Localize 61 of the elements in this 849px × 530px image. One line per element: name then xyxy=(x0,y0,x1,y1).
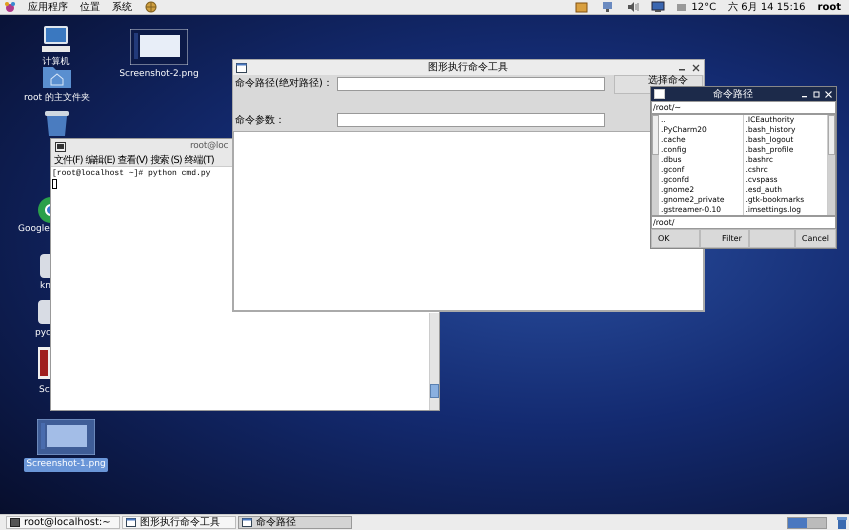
menu-item[interactable]: 终端(T) xyxy=(184,152,214,168)
window-title: root@loc xyxy=(190,140,228,153)
scrollbar[interactable] xyxy=(429,313,439,410)
app-icon[interactable] xyxy=(39,253,51,279)
icon-label[interactable]: pyc xyxy=(33,327,53,340)
close-icon[interactable] xyxy=(691,62,701,72)
taskbar-button[interactable]: 命令路径 xyxy=(238,516,352,529)
menu-item[interactable]: 应用程序 xyxy=(28,0,68,14)
icon-label[interactable]: Google xyxy=(16,223,52,236)
input-field[interactable] xyxy=(337,113,605,127)
icon-label[interactable]: root 的主文件夹 xyxy=(22,92,92,106)
menu-item[interactable]: 系统 xyxy=(112,0,132,14)
weather-text[interactable]: 12°C xyxy=(691,0,716,14)
taskbar-button[interactable]: 图形执行命令工具 xyxy=(122,516,236,529)
icon-label[interactable]: Screenshot-2.png xyxy=(117,68,201,82)
window-title: 图形执行命令工具 xyxy=(428,60,508,75)
window-icon xyxy=(126,518,136,527)
icon-label[interactable]: Sc xyxy=(37,384,52,398)
taskbar-button[interactable]: root@localhost:~ xyxy=(6,516,120,529)
scrollbar[interactable] xyxy=(652,115,659,215)
scrollbar-thumb[interactable] xyxy=(430,384,439,398)
document-icon[interactable] xyxy=(37,346,51,380)
menu-item[interactable]: 文件(F) xyxy=(54,152,83,168)
terminal-icon xyxy=(55,142,66,152)
image-thumbnail-icon[interactable] xyxy=(130,29,188,65)
network-globe-icon[interactable] xyxy=(144,1,158,13)
window-title: 命令路径 xyxy=(713,88,753,102)
terminal-icon xyxy=(10,518,20,527)
dialog-button[interactable]: OK xyxy=(651,229,700,248)
window-icon xyxy=(236,62,247,72)
terminal-line: [root@localhost ~]# python cmd.py xyxy=(52,168,212,179)
menu-item[interactable]: 搜索 (S) xyxy=(150,152,182,168)
computer-icon[interactable] xyxy=(41,25,71,53)
volume-icon[interactable] xyxy=(627,1,640,13)
field-label: 命令路径(绝对路径)： xyxy=(234,76,334,90)
input-field[interactable] xyxy=(337,77,605,91)
menu-item[interactable]: 编辑(E) xyxy=(86,152,115,168)
maximize-icon[interactable] xyxy=(812,90,821,98)
user-name[interactable]: root xyxy=(818,0,845,14)
clock-text[interactable]: 六 6月 14 15:16 xyxy=(728,0,806,14)
scrollbar-thumb[interactable] xyxy=(652,115,659,155)
dialog-button[interactable]: Cancel xyxy=(794,229,836,248)
menu-item[interactable]: 位置 xyxy=(80,0,100,14)
path-field[interactable]: /root/~ xyxy=(651,101,836,114)
app-icon[interactable] xyxy=(37,299,51,325)
text-cursor xyxy=(52,179,57,189)
display-icon[interactable] xyxy=(651,1,666,13)
window-icon xyxy=(242,518,252,527)
workspace-switcher[interactable] xyxy=(787,516,827,528)
scrollbar-thumb[interactable] xyxy=(828,115,835,155)
entry-field[interactable]: /root/ xyxy=(651,216,836,229)
window-icon xyxy=(654,89,665,99)
scrollbar[interactable] xyxy=(828,115,835,215)
field-label: 命令参数： xyxy=(234,114,286,128)
foot-logo-icon[interactable] xyxy=(4,1,16,13)
icon-label[interactable]: 计算机 xyxy=(40,56,72,70)
menu-item[interactable]: 查看(V) xyxy=(118,152,148,168)
trash-icon[interactable] xyxy=(44,109,70,137)
image-thumbnail-icon[interactable] xyxy=(37,419,95,455)
icon-label[interactable]: kn xyxy=(38,280,53,294)
dialog-button[interactable]: Filter xyxy=(700,229,749,248)
